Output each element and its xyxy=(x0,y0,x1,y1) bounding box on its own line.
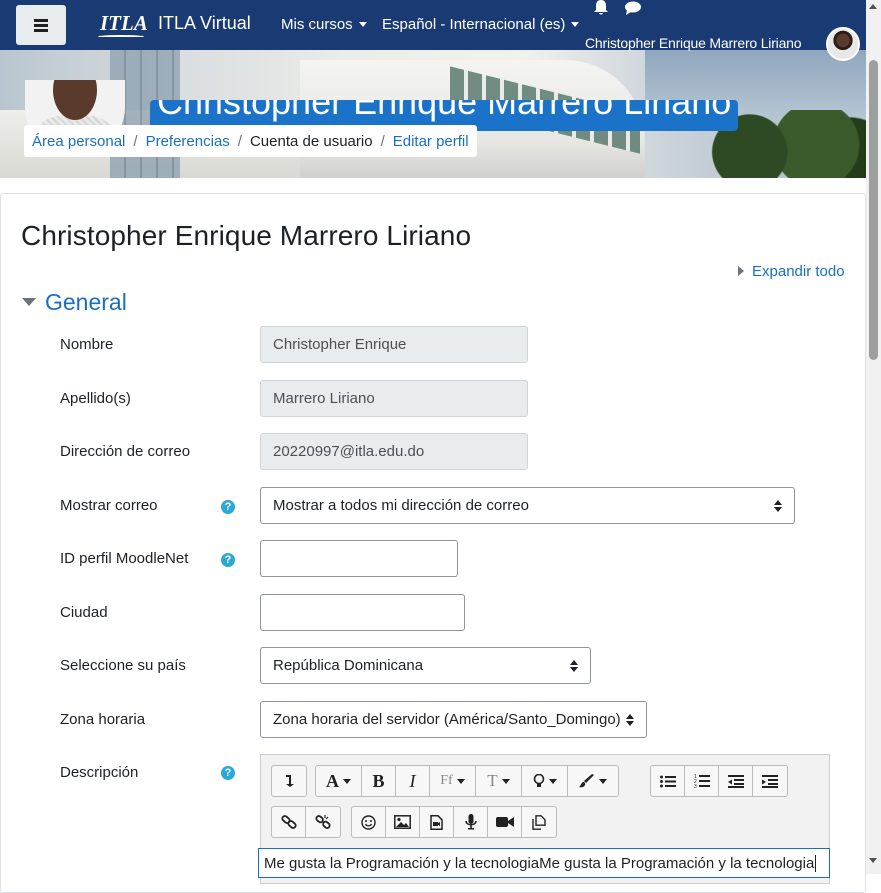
chevron-down-icon xyxy=(571,22,580,27)
apellido-field[interactable]: Marrero Liriano xyxy=(260,380,528,417)
caret-right-icon xyxy=(738,266,744,276)
italic-icon[interactable]: I xyxy=(396,766,430,796)
record-video-icon[interactable] xyxy=(488,807,522,837)
question-circle-icon[interactable]: ? xyxy=(221,766,235,780)
breadcrumb-user-account: Cuenta de usuario xyxy=(249,132,373,150)
select-arrows-icon xyxy=(626,714,634,726)
mostrar-correo-select[interactable]: Mostrar a todos mi dirección de correo xyxy=(260,487,795,524)
correo-label: Dirección de correo xyxy=(60,443,191,460)
email-field[interactable]: 20220997@itla.edu.do xyxy=(260,433,528,470)
font-family-icon[interactable]: Ff xyxy=(430,766,476,796)
ciudad-label: Ciudad xyxy=(60,604,108,621)
country-select[interactable]: República Dominicana xyxy=(260,647,591,684)
collapse-icon[interactable] xyxy=(272,766,306,796)
unlink-icon[interactable] xyxy=(306,807,340,837)
indent-icon[interactable] xyxy=(753,766,787,796)
breadcrumb-preferences[interactable]: Preferencias xyxy=(146,133,230,150)
mostrar-correo-label: Mostrar correo xyxy=(60,497,158,514)
numbered-list-icon[interactable]: 123 xyxy=(685,766,719,796)
breadcrumb-personal-area[interactable]: Área personal xyxy=(32,133,125,150)
question-circle-icon[interactable]: ? xyxy=(221,500,235,514)
section-general-toggle[interactable]: General xyxy=(22,289,127,316)
breadcrumb: Área personal / Preferencias / Cuenta de… xyxy=(24,125,477,157)
record-audio-icon[interactable] xyxy=(454,807,488,837)
breadcrumb-edit-profile[interactable]: Editar perfil xyxy=(393,133,469,150)
bell-icon[interactable] xyxy=(592,0,610,16)
media-icon[interactable] xyxy=(420,807,454,837)
select-arrows-icon xyxy=(570,660,578,672)
scroll-down-arrow-icon[interactable] xyxy=(869,858,877,863)
bullet-list-icon[interactable] xyxy=(651,766,685,796)
menu-toggle-button[interactable] xyxy=(16,5,66,45)
emoji-icon[interactable] xyxy=(352,807,386,837)
font-color-icon[interactable]: A xyxy=(316,766,362,796)
my-courses-menu[interactable]: Mis cursos xyxy=(281,16,367,33)
my-courses-label: Mis cursos xyxy=(281,16,353,33)
zona-horaria-label: Zona horaria xyxy=(60,711,146,728)
moodlenet-field[interactable] xyxy=(260,540,458,577)
toolbar-group-media xyxy=(351,806,557,838)
chat-icon[interactable] xyxy=(624,1,642,15)
moodlenet-label: ID perfil MoodleNet xyxy=(60,550,189,567)
nombre-label: Nombre xyxy=(60,336,114,353)
image-icon[interactable] xyxy=(386,807,420,837)
outdent-icon[interactable] xyxy=(719,766,753,796)
user-avatar[interactable] xyxy=(826,27,860,61)
itla-logo[interactable]: ITLA xyxy=(98,11,148,37)
svg-text:3: 3 xyxy=(694,784,697,788)
chevron-down-icon xyxy=(358,22,367,27)
nombre-field[interactable]: Christopher Enrique xyxy=(260,326,528,363)
ciudad-field[interactable] xyxy=(260,594,465,631)
scroll-up-arrow-icon[interactable] xyxy=(869,4,877,9)
caret-down-icon xyxy=(22,298,36,306)
pais-label: Seleccione su país xyxy=(60,657,186,674)
timezone-select[interactable]: Zona horaria del servidor (América/Santo… xyxy=(260,701,647,738)
user-menu-name[interactable]: Christopher Enrique Marrero Liriano xyxy=(585,35,802,51)
hamburger-icon xyxy=(34,19,48,32)
descripcion-label: Descripción xyxy=(60,764,139,781)
highlight-icon[interactable] xyxy=(522,766,568,796)
font-size-icon[interactable]: T xyxy=(476,766,522,796)
site-name[interactable]: ITLA Virtual xyxy=(158,13,251,34)
toolbar-group-format: A B I Ff T xyxy=(315,765,619,797)
manage-files-icon[interactable] xyxy=(522,807,556,837)
bold-icon[interactable]: B xyxy=(362,766,396,796)
select-arrows-icon xyxy=(774,500,782,512)
page-title: Christopher Enrique Marrero Liriano xyxy=(21,220,472,251)
toolbar-group-links xyxy=(271,806,341,838)
toolbar-group-collapse xyxy=(271,765,307,797)
language-menu[interactable]: Español - Internacional (es) xyxy=(382,16,580,33)
question-circle-icon[interactable]: ? xyxy=(221,553,235,567)
toolbar-group-lists: 123 xyxy=(650,765,788,797)
scrollbar-thumb[interactable] xyxy=(869,60,878,360)
logo-text: ITLA xyxy=(100,11,148,35)
expand-all-link[interactable]: Expandir todo xyxy=(738,263,845,280)
link-icon[interactable] xyxy=(272,807,306,837)
profile-header-banner: Christopher Enrique Marrero Liriano Área… xyxy=(0,50,866,178)
language-label: Español - Internacional (es) xyxy=(382,16,566,33)
apellido-label: Apellido(s) xyxy=(60,390,131,407)
paint-brush-icon[interactable] xyxy=(568,766,618,796)
page-scrollbar[interactable] xyxy=(866,0,881,874)
